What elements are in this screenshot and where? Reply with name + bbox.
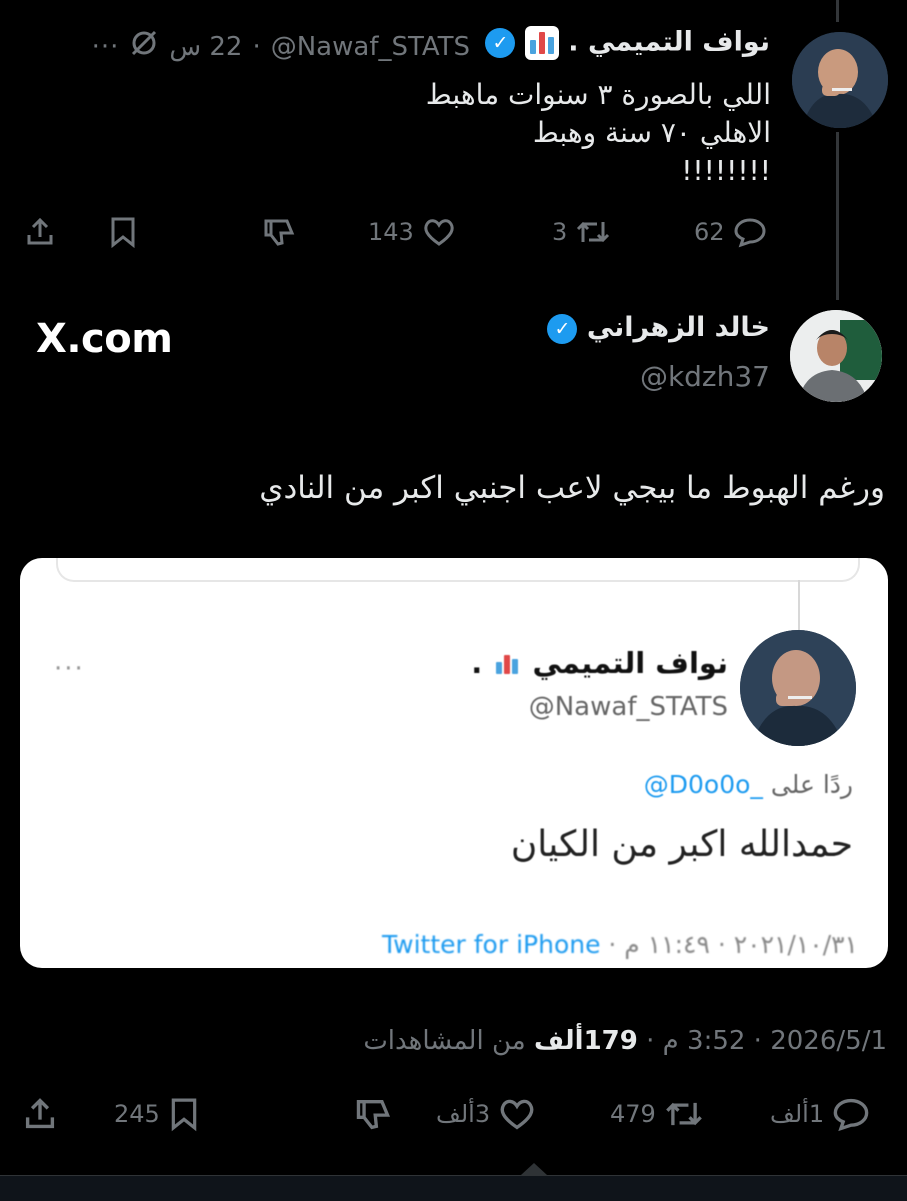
embedded-avatar [740, 630, 856, 746]
separator: · [252, 31, 261, 62]
chart-bars-icon [492, 650, 523, 680]
tweet-time[interactable]: 22 س [169, 32, 242, 62]
avatar[interactable] [792, 32, 888, 128]
share-icon [22, 1096, 58, 1132]
embedded-footer-date: ٢٠٢١/١٠/٣١ · ١١:٤٩ م · [600, 930, 858, 959]
bookmark-count: 245 [114, 1100, 160, 1128]
embedded-more-icon: ··· [54, 654, 85, 684]
dislike-icon [262, 216, 296, 248]
avatar[interactable] [790, 310, 882, 402]
separator: · [745, 1026, 762, 1056]
embedded-reply-to: ردًا على @D0o0o_ [644, 770, 853, 799]
retweet-icon [664, 1096, 704, 1132]
mute-icon[interactable] [129, 28, 159, 65]
retweet-count: 479 [610, 1100, 656, 1128]
embedded-name-dot: . [471, 646, 483, 680]
bookmark-button[interactable]: 245 [114, 1096, 200, 1132]
separator: · [637, 1026, 655, 1056]
like-icon [422, 216, 456, 248]
share-button[interactable] [24, 216, 56, 248]
tweet-meta: ··· 22 س · @Nawaf_STATS [92, 28, 470, 65]
author-name[interactable]: خالد الزهراني ✓ [547, 312, 770, 344]
timestamp-time: 3:52 م [662, 1026, 746, 1056]
like-count: 143 [368, 218, 414, 246]
name-dot: . [568, 26, 579, 58]
reply-button[interactable]: 1ألف [770, 1096, 870, 1132]
embedded-reply-prefix: ردًا على [770, 770, 853, 799]
verified-icon: ✓ [547, 313, 578, 344]
author-name[interactable]: نواف التميمي . ✓ [485, 26, 770, 60]
bookmark-icon [108, 216, 138, 248]
thread-line [836, 132, 839, 300]
share-icon [24, 216, 56, 248]
share-button[interactable] [22, 1096, 58, 1132]
like-icon [498, 1096, 536, 1132]
author-handle[interactable]: @Nawaf_STATS [271, 32, 470, 62]
embedded-author-name: نواف التميمي . [471, 646, 728, 680]
bookmark-icon [168, 1096, 200, 1132]
views-count: 179ألف [533, 1026, 638, 1056]
dislike-button[interactable] [262, 216, 296, 248]
embedded-tweet-text: حمدالله اكبر من الكيان [510, 824, 853, 865]
reply-icon [733, 216, 767, 248]
reply-count: 1ألف [770, 1100, 825, 1128]
bookmark-button[interactable] [108, 216, 138, 248]
author-name-text: نواف التميمي [587, 26, 770, 58]
dislike-icon [354, 1096, 392, 1132]
verified-icon: ✓ [485, 28, 516, 58]
embedded-image[interactable]: ··· نواف التميمي . @Nawaf_STATS ردًا على… [20, 558, 888, 968]
retweet-icon [575, 216, 611, 248]
reply-button[interactable]: 62 [694, 216, 767, 248]
author-handle[interactable]: @kdzh37 [640, 360, 770, 393]
reply-composer-bar[interactable] [0, 1175, 907, 1201]
reply-icon [832, 1096, 870, 1132]
embedded-reply-handle: @D0o0o_ [643, 770, 763, 799]
embedded-card-edge [56, 558, 860, 582]
retweet-button[interactable]: 3 [552, 216, 611, 248]
embedded-footer-source: Twitter for iPhone [382, 930, 601, 959]
embedded-author-handle: @Nawaf_STATS [528, 692, 728, 722]
chart-bars-icon [524, 26, 559, 60]
timestamp-date: 2026/5/1 [770, 1026, 887, 1056]
reply-count: 62 [694, 218, 725, 246]
reply-composer-caret [521, 1163, 547, 1175]
x-logo: X.com [36, 316, 173, 362]
tweet-text: اللي بالصورة ٣ سنوات ماهبط الاهلي ٧٠ سنة… [425, 78, 771, 187]
like-button[interactable]: 143 [368, 216, 456, 248]
views-label: من المشاهدات [363, 1026, 526, 1056]
author-name-text: خالد الزهراني [586, 312, 770, 343]
dislike-button[interactable] [354, 1096, 392, 1132]
tweet-text: ورغم الهبوط ما بيجي لاعب اجنبي اكبر من ا… [259, 470, 885, 506]
more-icon[interactable]: ··· [92, 32, 120, 62]
like-count: 3ألف [436, 1100, 491, 1128]
embedded-thread-line [798, 580, 800, 630]
tweet-timestamp: 2026/5/1 · 3:52 م · 179ألف من المشاهدات [363, 1026, 887, 1056]
like-button[interactable]: 3ألف [436, 1096, 536, 1132]
embedded-footer: ٢٠٢١/١٠/٣١ · ١١:٤٩ م · Twitter for iPhon… [382, 930, 858, 959]
embedded-author-name-text: نواف التميمي [532, 646, 728, 680]
thread-line-top [836, 0, 839, 22]
retweet-button[interactable]: 479 [610, 1096, 704, 1132]
retweet-count: 3 [552, 218, 568, 246]
